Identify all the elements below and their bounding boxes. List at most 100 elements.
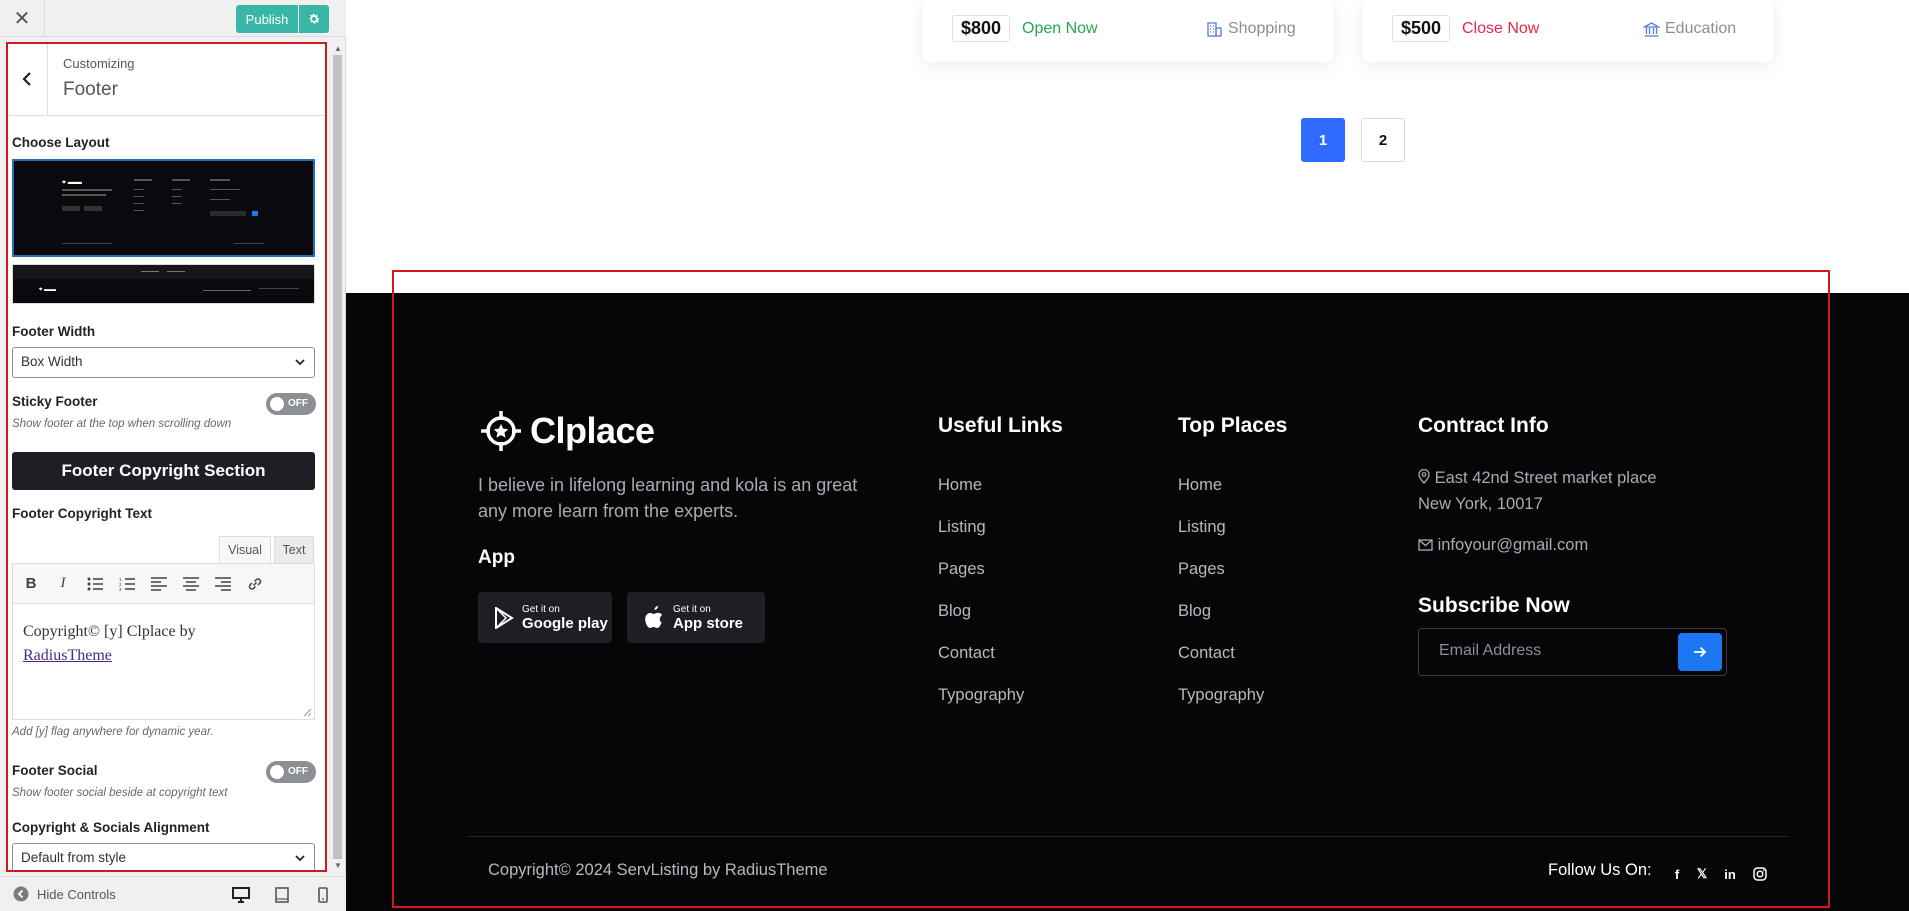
copyright-text-editor[interactable]: Copyright© [y] Clplace by RadiusTheme (12, 604, 315, 720)
bold-button[interactable]: B (19, 572, 43, 596)
footer-social-toggle[interactable]: OFF (266, 761, 316, 783)
footer-brand-name: Clplace (530, 410, 655, 451)
device-desktop-button[interactable] (231, 885, 251, 905)
tab-visual[interactable]: Visual (219, 536, 271, 564)
facebook-link[interactable]: f (1668, 865, 1686, 883)
layout-option-2[interactable]: ⌖ ▬▬ (12, 264, 315, 304)
mini-line (62, 243, 112, 244)
top-place-contact[interactable]: Contact (1178, 644, 1235, 663)
customizer-header: ✕ Publish (0, 0, 346, 37)
footer-width-select[interactable]: Box Width (12, 347, 315, 378)
listing-category[interactable]: Education (1643, 20, 1736, 38)
google-play-big: Google play (522, 614, 608, 632)
instagram-link[interactable] (1751, 865, 1769, 883)
editor-link[interactable]: RadiusTheme (23, 647, 112, 664)
alignment-label: Copyright & Socials Alignment (12, 820, 210, 835)
useful-link-home[interactable]: Home (938, 476, 982, 495)
close-button[interactable]: ✕ (0, 0, 45, 37)
x-twitter-link[interactable]: 𝕏 (1693, 865, 1711, 883)
align-left-button[interactable] (147, 572, 171, 596)
hide-controls-button[interactable]: Hide Controls (13, 886, 116, 902)
editor-toolbar: B I 123 (12, 563, 315, 604)
customizer-footer-bar: Hide Controls (0, 876, 346, 911)
mini-line (134, 196, 144, 197)
facebook-icon: f (1674, 866, 1680, 882)
mini-line (134, 189, 144, 190)
useful-link-typography[interactable]: Typography (938, 686, 1024, 705)
numbered-list-button[interactable]: 123 (115, 572, 139, 596)
google-play-button[interactable]: Get it on Google play (478, 592, 612, 643)
layout-option-1[interactable]: ⌖ ▬▬ (12, 159, 315, 257)
scroll-down-icon[interactable]: ▼ (334, 861, 342, 870)
address-line-2: New York, 10017 (1418, 495, 1543, 513)
footer-logo[interactable]: Clplace (480, 410, 655, 452)
top-place-pages[interactable]: Pages (1178, 560, 1225, 579)
mini-line (62, 189, 112, 191)
publish-settings-button[interactable] (299, 5, 329, 33)
alignment-select[interactable]: Default from style (12, 843, 315, 872)
svg-text:3: 3 (119, 587, 122, 591)
insert-link-button[interactable] (243, 572, 267, 596)
top-place-blog[interactable]: Blog (1178, 602, 1211, 621)
listing-status: Close Now (1462, 20, 1540, 37)
device-tablet-button[interactable] (272, 885, 292, 905)
resize-handle-icon[interactable] (303, 708, 312, 717)
mini-bar (13, 265, 314, 279)
layout-2-logo-mark: ⌖ ▬▬ (39, 287, 57, 293)
app-store-button[interactable]: Get it on App store (627, 592, 765, 643)
linkedin-link[interactable]: in (1721, 865, 1739, 883)
listing-card[interactable]: $800 Open Now Shopping (923, 0, 1333, 62)
top-place-home[interactable]: Home (1178, 476, 1222, 495)
google-play-icon (495, 606, 514, 629)
page-1-button[interactable]: 1 (1301, 118, 1345, 162)
app-store-small: Get it on (673, 603, 711, 615)
align-right-button[interactable] (211, 572, 235, 596)
mini-line (203, 290, 251, 291)
mini-line (210, 199, 230, 200)
editor-text: Copyright© [y] Clplace by (23, 623, 196, 640)
sticky-footer-label: Sticky Footer (12, 394, 98, 409)
sticky-footer-toggle[interactable]: OFF (266, 393, 316, 415)
back-button[interactable] (6, 42, 48, 116)
building-icon (1207, 21, 1222, 37)
contact-email[interactable]: infoyour@gmail.com (1418, 532, 1588, 558)
top-place-typography[interactable]: Typography (1178, 686, 1264, 705)
toggle-knob (270, 765, 284, 779)
useful-link-contact[interactable]: Contact (938, 644, 995, 663)
google-play-small: Get it on (522, 603, 560, 615)
breadcrumb: Customizing (63, 56, 135, 71)
mini-input (210, 211, 246, 216)
page-2-button[interactable]: 2 (1361, 118, 1405, 162)
mini-line (210, 179, 230, 181)
useful-link-listing[interactable]: Listing (938, 518, 986, 537)
align-center-button[interactable] (179, 572, 203, 596)
footer-social-label: Footer Social (12, 763, 98, 778)
listing-price: $500 (1392, 15, 1451, 42)
bullet-list-button[interactable] (83, 572, 107, 596)
mini-store-btn (84, 206, 102, 211)
scroll-up-icon[interactable]: ▲ (334, 44, 342, 53)
italic-button[interactable]: I (51, 572, 75, 596)
useful-link-pages[interactable]: Pages (938, 560, 985, 579)
device-mobile-button[interactable] (313, 885, 333, 905)
footer-social-description: Show footer social beside at copyright t… (12, 787, 228, 799)
toggle-state: OFF (288, 398, 308, 409)
useful-link-blog[interactable]: Blog (938, 602, 971, 621)
close-icon: ✕ (13, 8, 31, 30)
top-place-listing[interactable]: Listing (1178, 518, 1226, 537)
hide-controls-label: Hide Controls (37, 886, 116, 902)
mini-line (134, 203, 144, 204)
footer-width-label: Footer Width (12, 324, 96, 339)
publish-button[interactable]: Publish (236, 5, 298, 33)
bank-icon (1643, 21, 1660, 37)
linkedin-icon: in (1724, 866, 1736, 882)
subscribe-email-input[interactable] (1439, 642, 1669, 660)
listing-card[interactable]: $500 Close Now Education (1363, 0, 1773, 62)
listing-category[interactable]: Shopping (1206, 20, 1296, 38)
scrollbar-thumb[interactable] (333, 55, 342, 859)
x-icon: 𝕏 (1696, 866, 1708, 881)
tab-text[interactable]: Text (274, 536, 314, 564)
align-left-icon (151, 576, 167, 591)
subscribe-submit-button[interactable] (1678, 633, 1722, 671)
sidebar-scrollbar[interactable]: ▲ ▼ (331, 42, 344, 872)
